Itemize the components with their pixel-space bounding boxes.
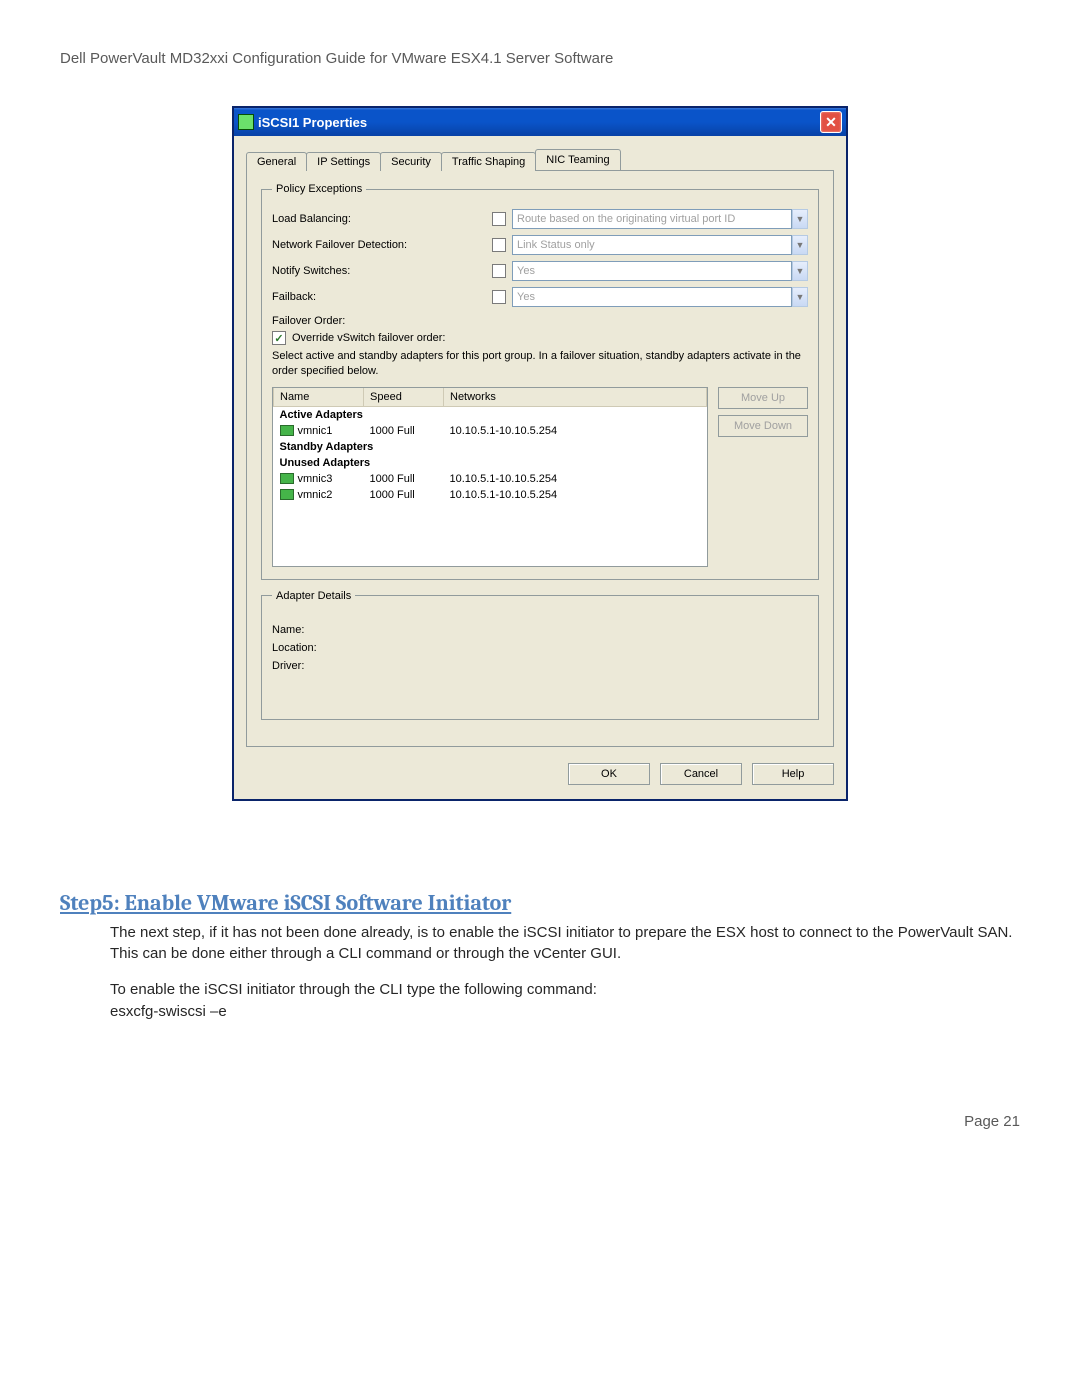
load-balancing-checkbox[interactable] — [492, 212, 506, 226]
override-label: Override vSwitch failover order: — [292, 332, 445, 344]
body-paragraph-2: To enable the iSCSI initiator through th… — [60, 979, 1020, 1023]
failback-checkbox[interactable] — [492, 290, 506, 304]
adapter-table[interactable]: Name Speed Networks Active Adapters — [272, 387, 708, 567]
failover-detection-checkbox[interactable] — [492, 238, 506, 252]
move-up-button[interactable]: Move Up — [718, 387, 808, 409]
nic-icon — [280, 473, 294, 484]
load-balancing-select[interactable]: Route based on the originating virtual p… — [512, 209, 792, 229]
move-down-button[interactable]: Move Down — [718, 415, 808, 437]
detail-location-label: Location: — [272, 642, 342, 654]
col-networks[interactable]: Networks — [444, 388, 707, 407]
close-icon[interactable]: ✕ — [820, 111, 842, 133]
window-icon — [238, 114, 254, 130]
failover-description: Select active and standby adapters for t… — [272, 349, 808, 379]
failover-detection-label: Network Failover Detection: — [272, 239, 492, 251]
failover-detection-select[interactable]: Link Status only — [512, 235, 792, 255]
failback-label: Failback: — [272, 291, 492, 303]
adapter-details-legend: Adapter Details — [272, 590, 355, 602]
table-row[interactable]: vmnic3 1000 Full 10.10.5.1-10.10.5.254 — [274, 471, 707, 487]
group-unused: Unused Adapters — [274, 455, 707, 471]
table-row[interactable]: vmnic1 1000 Full 10.10.5.1-10.10.5.254 — [274, 423, 707, 439]
load-balancing-label: Load Balancing: — [272, 213, 492, 225]
notify-switches-select[interactable]: Yes — [512, 261, 792, 281]
ok-button[interactable]: OK — [568, 763, 650, 785]
detail-name-label: Name: — [272, 624, 342, 636]
tab-ip-settings[interactable]: IP Settings — [306, 152, 381, 171]
failback-select[interactable]: Yes — [512, 287, 792, 307]
step-heading: Step5: Enable VMware iSCSI Software Init… — [60, 890, 1020, 916]
table-row[interactable]: vmnic2 1000 Full 10.10.5.1-10.10.5.254 — [274, 487, 707, 503]
titlebar: iSCSI1 Properties ✕ — [234, 108, 846, 136]
tab-general[interactable]: General — [246, 152, 307, 171]
notify-switches-label: Notify Switches: — [272, 265, 492, 277]
detail-driver-label: Driver: — [272, 660, 342, 672]
chevron-down-icon[interactable]: ▼ — [792, 287, 808, 307]
notify-switches-checkbox[interactable] — [492, 264, 506, 278]
tab-nic-teaming[interactable]: NIC Teaming — [535, 149, 620, 170]
override-checkbox[interactable]: ✓ — [272, 331, 286, 345]
group-active: Active Adapters — [274, 406, 707, 423]
tab-security[interactable]: Security — [380, 152, 442, 171]
body-paragraph-1: The next step, if it has not been done a… — [60, 922, 1020, 966]
cancel-button[interactable]: Cancel — [660, 763, 742, 785]
window-title: iSCSI1 Properties — [258, 115, 820, 130]
failover-order-label: Failover Order: — [272, 315, 808, 327]
policy-exceptions-group: Policy Exceptions Load Balancing: Route … — [261, 183, 819, 580]
command-text: esxcfg-swiscsi –e — [110, 1003, 227, 1020]
help-button[interactable]: Help — [752, 763, 834, 785]
col-name[interactable]: Name — [274, 388, 364, 407]
nic-icon — [280, 425, 294, 436]
tab-bar: General IP Settings Security Traffic Sha… — [246, 146, 834, 170]
nic-icon — [280, 489, 294, 500]
chevron-down-icon[interactable]: ▼ — [792, 209, 808, 229]
tab-panel: Policy Exceptions Load Balancing: Route … — [246, 170, 834, 747]
chevron-down-icon[interactable]: ▼ — [792, 261, 808, 281]
adapter-details-group: Adapter Details Name: Location: Driver: — [261, 590, 819, 720]
group-standby: Standby Adapters — [274, 439, 707, 455]
tab-traffic-shaping[interactable]: Traffic Shaping — [441, 152, 536, 171]
col-speed[interactable]: Speed — [364, 388, 444, 407]
document-header: Dell PowerVault MD32xxi Configuration Gu… — [60, 50, 1020, 67]
properties-dialog: iSCSI1 Properties ✕ General IP Settings … — [233, 107, 847, 800]
chevron-down-icon[interactable]: ▼ — [792, 235, 808, 255]
page-number: Page 21 — [60, 1113, 1020, 1130]
policy-legend: Policy Exceptions — [272, 183, 366, 195]
